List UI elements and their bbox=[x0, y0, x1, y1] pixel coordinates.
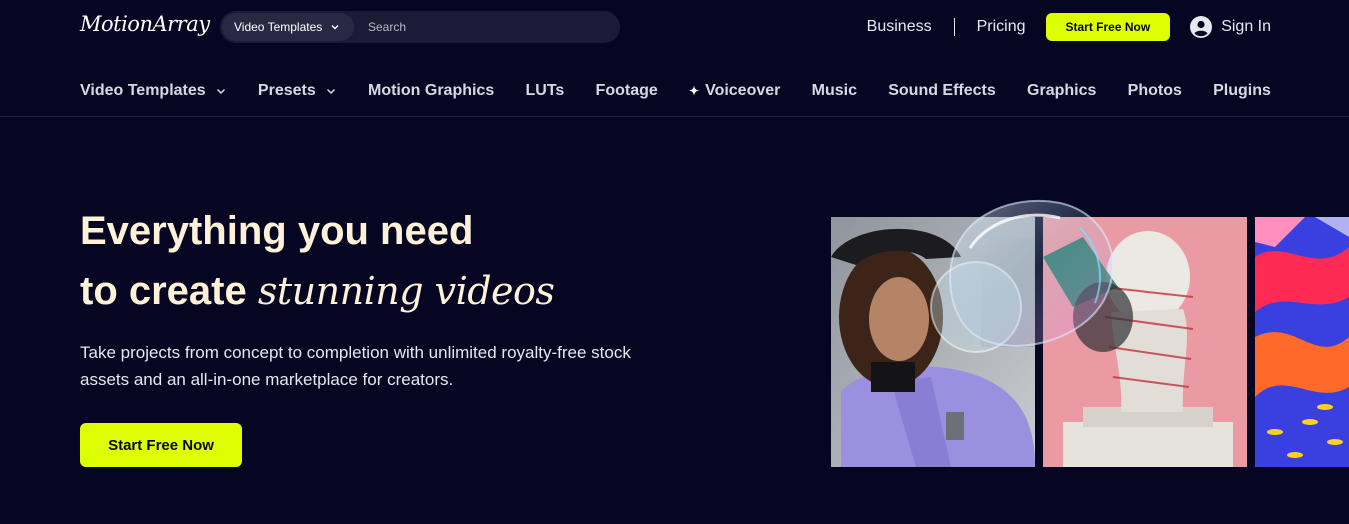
glass-orb-graphic bbox=[948, 199, 1114, 347]
nav-item-label: Graphics bbox=[1027, 82, 1097, 99]
pricing-link[interactable]: Pricing bbox=[977, 18, 1026, 36]
search-input[interactable] bbox=[366, 11, 606, 43]
nav-item-label: Music bbox=[811, 82, 857, 99]
nav-item-label: Presets bbox=[257, 82, 316, 99]
top-header: MotionArray Video Templates Business Pri… bbox=[0, 0, 1349, 54]
category-nav: Video Templates Presets Motion Graphics … bbox=[80, 68, 1271, 114]
hero-image-abstract bbox=[1255, 217, 1349, 467]
chevron-down-icon bbox=[326, 88, 335, 95]
nav-item-voiceover[interactable]: ✦ Voiceover bbox=[689, 68, 780, 114]
hero-title: Everything you need to create stunning v… bbox=[80, 201, 555, 321]
sparkle-icon: ✦ bbox=[689, 84, 700, 98]
search-category-label: Video Templates bbox=[234, 20, 323, 34]
nav-item-label: Sound Effects bbox=[888, 82, 996, 99]
nav-item-graphics[interactable]: Graphics bbox=[1027, 68, 1096, 114]
hero-title-accent: stunning videos bbox=[257, 269, 555, 313]
nav-divider bbox=[0, 116, 1349, 117]
chevron-down-icon bbox=[216, 88, 225, 95]
search-bar: Video Templates bbox=[220, 11, 620, 43]
header-actions: Business Pricing Start Free Now Sign In bbox=[867, 13, 1271, 41]
nav-item-motion-graphics[interactable]: Motion Graphics bbox=[368, 68, 494, 114]
nav-item-label: LUTs bbox=[525, 82, 565, 99]
hero-subtitle: Take projects from concept to completion… bbox=[80, 343, 631, 389]
nav-item-label: Voiceover bbox=[705, 82, 781, 99]
nav-item-plugins[interactable]: Plugins bbox=[1213, 68, 1271, 114]
motionarray-logo[interactable]: MotionArray bbox=[80, 12, 210, 36]
nav-item-label: Video Templates bbox=[80, 82, 206, 99]
nav-item-label: Motion Graphics bbox=[368, 82, 495, 99]
nav-item-music[interactable]: Music bbox=[812, 68, 857, 114]
nav-item-label: Photos bbox=[1127, 82, 1182, 99]
header-divider bbox=[953, 18, 955, 36]
nav-item-label: Plugins bbox=[1213, 82, 1271, 99]
nav-item-label: Footage bbox=[595, 82, 658, 99]
nav-item-luts[interactable]: LUTs bbox=[525, 68, 564, 114]
hero-title-line-1: Everything you need bbox=[80, 209, 474, 253]
header-start-free-button[interactable]: Start Free Now bbox=[1045, 13, 1171, 41]
nav-item-presets[interactable]: Presets bbox=[258, 68, 337, 114]
nav-item-video-templates[interactable]: Video Templates bbox=[80, 68, 227, 114]
user-circle-icon bbox=[1190, 16, 1213, 38]
business-link[interactable]: Business bbox=[867, 18, 932, 36]
nav-item-sound-effects[interactable]: Sound Effects bbox=[888, 68, 996, 114]
hero-start-free-button[interactable]: Start Free Now bbox=[80, 423, 242, 467]
hero-title-prefix: to create bbox=[80, 269, 247, 313]
hero-title-line-2: to create stunning videos bbox=[80, 261, 555, 321]
nav-item-footage[interactable]: Footage bbox=[596, 68, 658, 114]
chevron-down-icon bbox=[331, 25, 339, 30]
sign-in-label: Sign In bbox=[1221, 18, 1271, 35]
sign-in-link[interactable]: Sign In bbox=[1190, 16, 1271, 38]
nav-item-photos[interactable]: Photos bbox=[1128, 68, 1182, 114]
search-category-dropdown[interactable]: Video Templates bbox=[222, 13, 354, 41]
